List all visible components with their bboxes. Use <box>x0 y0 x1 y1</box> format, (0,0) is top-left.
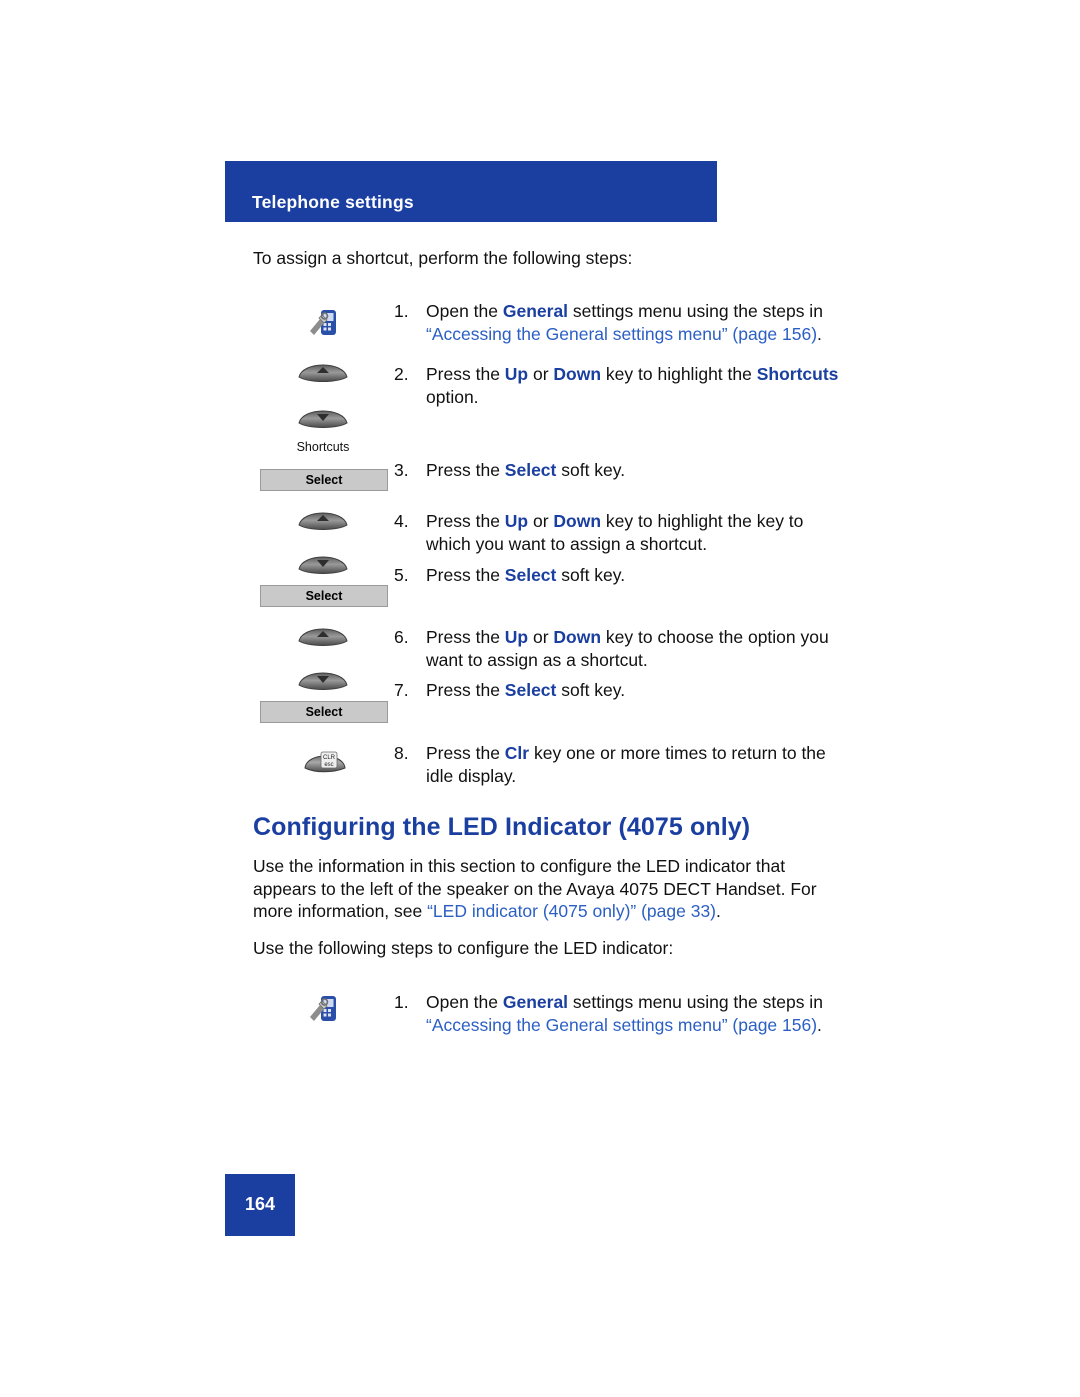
step-6-number: 6. <box>394 627 409 647</box>
step-7: 7. Press the Select soft key. <box>394 679 844 702</box>
section-step-1-cross-reference-link[interactable]: “Accessing the General settings menu” (p… <box>426 1015 817 1035</box>
step-1-body: Open the General settings menu using the… <box>426 300 844 345</box>
step-4-body: Press the Up or Down key to highlight th… <box>426 510 844 555</box>
select-soft-key-3-label: Select <box>305 705 343 719</box>
step-4-text-a: Press the <box>426 511 505 531</box>
step-4-bold-down: Down <box>553 511 602 531</box>
step-7-text-a: Press the <box>426 680 505 700</box>
section-step-1-text-c: . <box>817 1014 822 1035</box>
step-8: 8. Press the Clr key one or more times t… <box>394 742 844 787</box>
section-step-1: 1. Open the General settings menu using … <box>394 991 844 1036</box>
step-5-text-a: Press the <box>426 565 505 585</box>
step-7-bold-select: Select <box>504 680 557 700</box>
section-paragraph-2: Use the following steps to configure the… <box>253 938 674 958</box>
section-step-1-text-a: Open the <box>426 992 503 1012</box>
step-1-cross-reference-link[interactable]: “Accessing the General settings menu” (p… <box>426 324 817 344</box>
step-3-body: Press the Select soft key. <box>426 459 844 482</box>
clr-key-icon[interactable]: CLR esc <box>303 742 346 773</box>
navigation-down-key-icon-3[interactable] <box>297 665 349 691</box>
step-1-text-b: settings menu using the steps in <box>568 301 823 321</box>
shortcuts-caption: Shortcuts <box>296 440 350 454</box>
select-soft-key-1-label: Select <box>305 473 343 487</box>
clr-key-top-label: CLR <box>323 755 336 761</box>
navigation-up-key-icon-3[interactable] <box>297 621 349 647</box>
step-5-text-b: soft key. <box>556 565 626 585</box>
step-7-number: 7. <box>394 680 409 700</box>
step-1-text-a: Open the <box>426 301 503 321</box>
step-8-text-a: Press the <box>426 743 505 763</box>
step-2-bold-down: Down <box>553 364 602 384</box>
step-7-text-b: soft key. <box>556 680 626 700</box>
select-soft-key-2-label: Select <box>305 589 343 603</box>
step-5-body: Press the Select soft key. <box>426 564 844 587</box>
step-6-bold-down: Down <box>553 627 602 647</box>
step-3-text-b: soft key. <box>556 460 626 480</box>
navigation-up-key-icon-2[interactable] <box>297 505 349 531</box>
step-2-number: 2. <box>394 364 409 384</box>
step-2-body: Press the Up or Down key to highlight th… <box>426 363 844 408</box>
step-8-bold-clr: Clr <box>504 743 530 763</box>
step-4: 4. Press the Up or Down key to highlight… <box>394 510 844 555</box>
step-6-text-b: or <box>528 627 554 647</box>
step-3-text-a: Press the <box>426 460 505 480</box>
section-step-1-bold-general: General <box>502 992 569 1012</box>
clr-key-bottom-label: esc <box>324 762 333 768</box>
step-4-bold-up: Up <box>504 511 529 531</box>
step-5-bold-select: Select <box>504 565 557 585</box>
step-7-body: Press the Select soft key. <box>426 679 844 702</box>
intro-paragraph: To assign a shortcut, perform the follow… <box>253 248 633 268</box>
select-soft-key-3[interactable]: Select <box>260 701 388 723</box>
step-8-body: Press the Clr key one or more times to r… <box>426 742 844 787</box>
general-settings-menu-icon <box>308 305 342 339</box>
page-number-block: 164 <box>225 1174 295 1236</box>
step-6-bold-up: Up <box>504 627 529 647</box>
step-2-text-d: option. <box>426 386 479 407</box>
step-1-number: 1. <box>394 301 409 321</box>
page-number: 164 <box>244 1194 276 1214</box>
section-paragraph-1-text-b: . <box>716 901 721 921</box>
step-2-text-a: Press the <box>426 364 505 384</box>
step-3-number: 3. <box>394 460 409 480</box>
navigation-down-key-icon[interactable] <box>297 403 349 429</box>
navigation-up-key-icon[interactable] <box>297 357 349 383</box>
document-page: Telephone settings To assign a shortcut,… <box>0 0 1080 1397</box>
step-5: 5. Press the Select soft key. <box>394 564 844 587</box>
step-5-number: 5. <box>394 565 409 585</box>
section-step-1-number: 1. <box>394 992 409 1012</box>
step-2-text-c: key to highlight the <box>601 364 757 384</box>
step-6: 6. Press the Up or Down key to choose th… <box>394 626 844 671</box>
section-step-1-body: Open the General settings menu using the… <box>426 991 844 1036</box>
step-2-bold-shortcuts: Shortcuts <box>756 364 839 384</box>
step-2-bold-up: Up <box>504 364 529 384</box>
step-2-text-b: or <box>528 364 554 384</box>
step-4-number: 4. <box>394 511 409 531</box>
section-heading: Configuring the LED Indicator (4075 only… <box>253 813 751 841</box>
step-8-number: 8. <box>394 743 409 763</box>
general-settings-menu-icon-2 <box>308 991 342 1025</box>
step-1-bold-general: General <box>502 301 569 321</box>
step-2: 2. Press the Up or Down key to highlight… <box>394 363 844 408</box>
section-paragraph-1: Use the information in this section to c… <box>253 855 833 923</box>
page-header-title: Telephone settings <box>252 192 414 212</box>
step-3-bold-select: Select <box>504 460 557 480</box>
select-soft-key-1[interactable]: Select <box>260 469 388 491</box>
step-1-text-c: . <box>817 323 822 344</box>
step-1: 1. Open the General settings menu using … <box>394 300 844 345</box>
step-6-text-a: Press the <box>426 627 505 647</box>
page-header-bar: Telephone settings <box>225 161 717 222</box>
select-soft-key-2[interactable]: Select <box>260 585 388 607</box>
navigation-down-key-icon-2[interactable] <box>297 549 349 575</box>
step-6-body: Press the Up or Down key to choose the o… <box>426 626 844 671</box>
section-step-1-text-b: settings menu using the steps in <box>568 992 823 1012</box>
step-4-text-b: or <box>528 511 554 531</box>
led-indicator-cross-reference-link[interactable]: “LED indicator (4075 only)” (page 33) <box>427 901 716 921</box>
step-3: 3. Press the Select soft key. <box>394 459 844 482</box>
